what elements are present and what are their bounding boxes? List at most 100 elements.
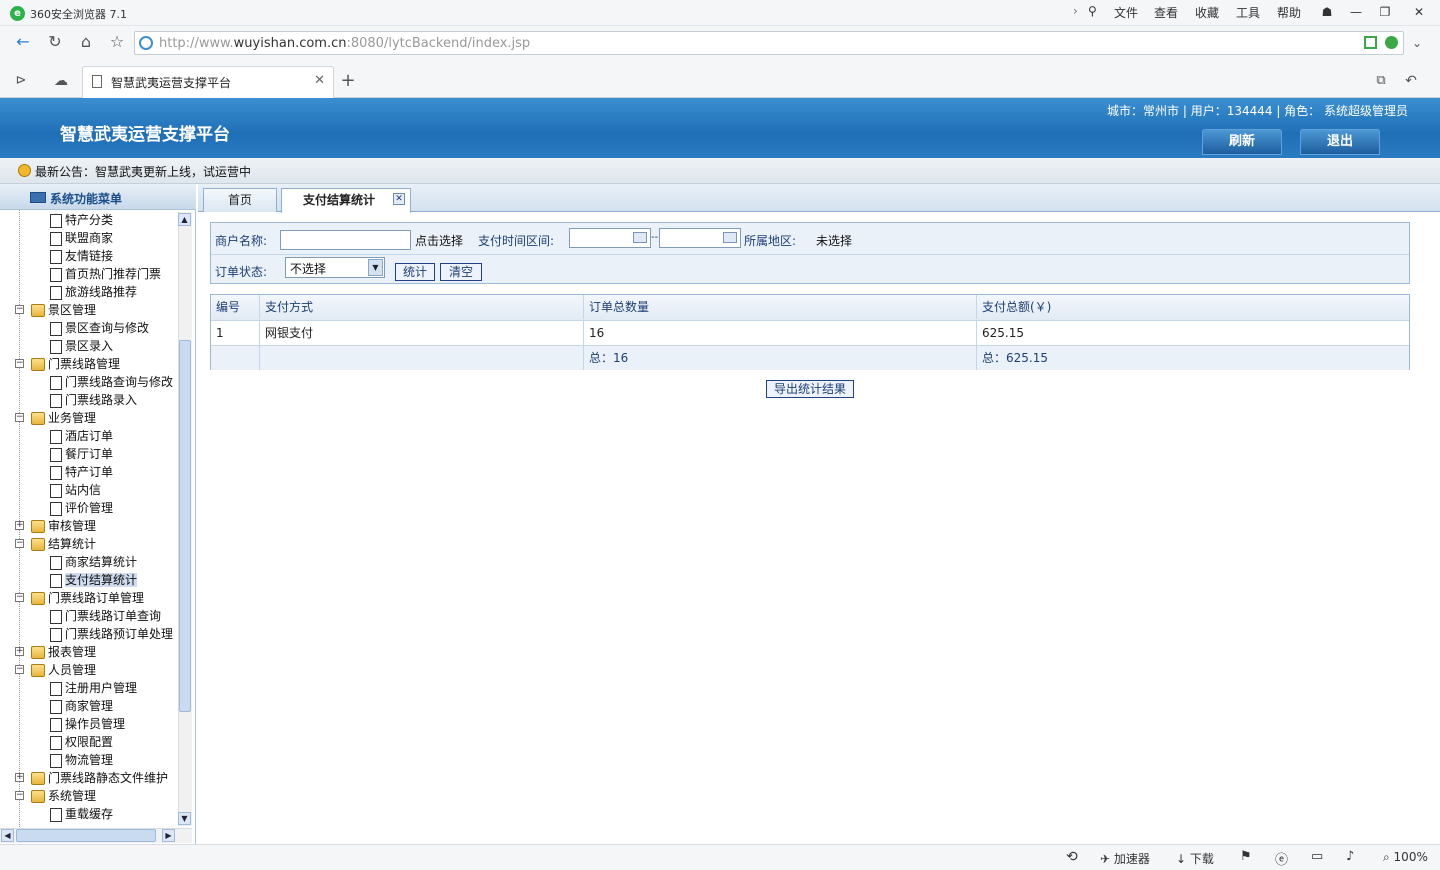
sidebar-item-page[interactable]: 权限配置 [50,733,113,751]
chevron-right-icon[interactable]: › [1073,4,1078,18]
close-window-button[interactable]: ✕ [1408,2,1430,22]
expand-icon[interactable]: + [15,773,24,782]
restore-button[interactable]: ❐ [1374,2,1396,22]
sidebar-item-group[interactable]: − 门票线路订单管理 [15,589,144,607]
collapse-icon[interactable]: − [15,305,24,314]
sidebar-item-group[interactable]: + 报表管理 [15,643,96,661]
tab-home[interactable]: 首页 [203,188,277,212]
scroll-up-arrow-icon[interactable]: ▲ [178,213,191,226]
scroll-down-arrow-icon[interactable]: ▼ [178,812,191,825]
expand-icon[interactable]: + [15,647,24,656]
scroll-right-arrow-icon[interactable]: ▶ [162,829,175,842]
date-start-input[interactable] [569,228,651,248]
scroll-left-arrow-icon[interactable]: ◀ [1,829,14,842]
sidebar-item-page[interactable]: 旅游线路推荐 [50,283,137,301]
sidebar-item-page[interactable]: 操作员管理 [50,715,125,733]
order-status-select[interactable]: 不选择 ▼ [285,257,385,278]
sidebar-item-page[interactable]: 物流管理 [50,751,113,769]
history-icon[interactable]: ⟲ [1066,849,1078,865]
sidebar-item-page[interactable]: 门票线路查询与修改 [50,373,173,391]
sidebar-item-page[interactable]: 站内信 [50,481,101,499]
home-icon[interactable]: ⌂ [75,31,97,53]
refresh-button[interactable]: 刷新 [1202,129,1282,155]
window-icon[interactable]: ▭ [1311,849,1323,864]
sidebar-item-page[interactable]: 联盟商家 [50,229,113,247]
tab-close-icon[interactable]: ✕ [393,193,405,205]
menu-file[interactable]: 文件 [1114,4,1138,21]
region-value[interactable]: 未选择 [816,232,852,249]
accelerator-button[interactable]: ✈ 加速器 [1100,850,1150,867]
menu-help[interactable]: 帮助 [1277,4,1301,21]
sidebar-item-group[interactable]: − 人员管理 [15,661,96,679]
sidebar-item-page[interactable]: 酒店订单 [50,427,113,445]
sidebar-item-group[interactable]: − 业务管理 [15,409,96,427]
sidebar-item-page[interactable]: 餐厅订单 [50,445,113,463]
star-icon[interactable]: ☆ [106,31,128,53]
menu-favorites[interactable]: 收藏 [1195,4,1219,21]
speaker-volume-icon[interactable]: ♪ [1346,849,1354,864]
sidebar-item-group[interactable]: + 门票线路静态文件维护 [15,769,168,787]
sidebar-item-page[interactable]: 门票线路预订单处理 [50,625,173,643]
collapse-icon[interactable]: − [15,665,24,674]
collapse-icon[interactable]: − [15,413,24,422]
merchant-name-input[interactable] [280,230,411,250]
sidebar-item-group[interactable]: − 门票线路管理 [15,355,120,373]
user-icon[interactable]: ⚲ [1088,4,1097,18]
sidebar-item-page[interactable]: 支付结算统计 [50,571,138,589]
date-end-input[interactable] [659,228,741,248]
tab-payment-settlement[interactable]: 支付结算统计 [281,188,411,213]
sidebar-toggle-icon[interactable]: ⊳ [10,70,32,92]
sidebar-item-group[interactable]: + 审核管理 [15,517,96,535]
stat-button[interactable]: 统计 [395,263,435,281]
collapse-icon[interactable]: − [15,359,24,368]
export-button[interactable]: 导出统计结果 [766,380,854,398]
sidebar-item-group[interactable]: − 系统管理 [15,787,96,805]
sidebar-item-page[interactable]: 门票线路订单查询 [50,607,161,625]
collapse-icon[interactable]: − [15,593,24,602]
tab-manager-icon[interactable]: ⧉ [1370,70,1392,92]
sidebar-item-page[interactable]: 特产分类 [50,211,113,229]
click-select-link[interactable]: 点击选择 [415,232,463,249]
flag-icon[interactable]: ⚑ [1240,849,1252,864]
extension-icon[interactable] [1385,36,1398,49]
sidebar-item-page[interactable]: 门票线路录入 [50,391,137,409]
browser-tab-active[interactable]: 智慧武夷运营支撑平台 ✕ [82,66,334,98]
minimize-button[interactable]: — [1345,2,1367,22]
collapse-icon[interactable]: − [15,791,24,800]
sidebar-item-page[interactable]: 商家结算统计 [50,553,137,571]
sidebar-item-page[interactable]: 景区录入 [50,337,113,355]
menu-tools[interactable]: 工具 [1236,4,1260,21]
sidebar-item-group[interactable]: − 景区管理 [15,301,96,319]
sidebar-item-page[interactable]: 景区查询与修改 [50,319,149,337]
sidebar-item-page[interactable]: 友情链接 [50,247,113,265]
cloud-icon[interactable]: ☁ [50,70,72,92]
download-button[interactable]: ↓ 下载 [1176,850,1214,867]
clear-button[interactable]: 清空 [440,263,482,281]
sidebar-item-page[interactable]: 商家管理 [50,697,113,715]
collapse-icon[interactable]: − [15,539,24,548]
skin-icon[interactable]: ☗ [1316,2,1338,22]
reload-icon[interactable]: ↻ [44,31,66,53]
menu-view[interactable]: 查看 [1154,4,1178,21]
dropdown-chevron-icon[interactable]: ⌄ [1406,32,1428,54]
logout-button[interactable]: 退出 [1300,129,1380,155]
sidebar-item-page[interactable]: 首页热门推荐门票 [50,265,161,283]
calendar-icon[interactable] [723,232,737,243]
ie-mode-icon[interactable]: ⓔ [1275,849,1288,868]
sidebar-item-page[interactable]: 特产订单 [50,463,113,481]
expand-icon[interactable]: + [15,521,24,530]
back-icon[interactable]: ← [12,31,34,53]
sidebar-vertical-scroll-thumb[interactable] [179,340,191,712]
undo-close-icon[interactable]: ↶ [1400,70,1422,92]
sidebar-item-group[interactable]: − 结算统计 [15,535,96,553]
sidebar-item-page[interactable]: 注册用户管理 [50,679,137,697]
calendar-icon[interactable] [633,232,647,243]
qr-code-icon[interactable] [1364,36,1377,49]
zoom-control[interactable]: ⌕ 100% [1383,850,1428,865]
tab-close-icon[interactable]: ✕ [314,73,325,88]
sidebar-item-page[interactable]: 评价管理 [50,499,113,517]
url-input[interactable]: http://www.wuyishan.com.cn:8080/lytcBack… [134,31,1404,55]
new-tab-button[interactable]: + [337,70,359,92]
sidebar-item-page[interactable]: 重载缓存 [50,805,113,823]
sidebar-horizontal-scroll-thumb[interactable] [16,829,156,842]
